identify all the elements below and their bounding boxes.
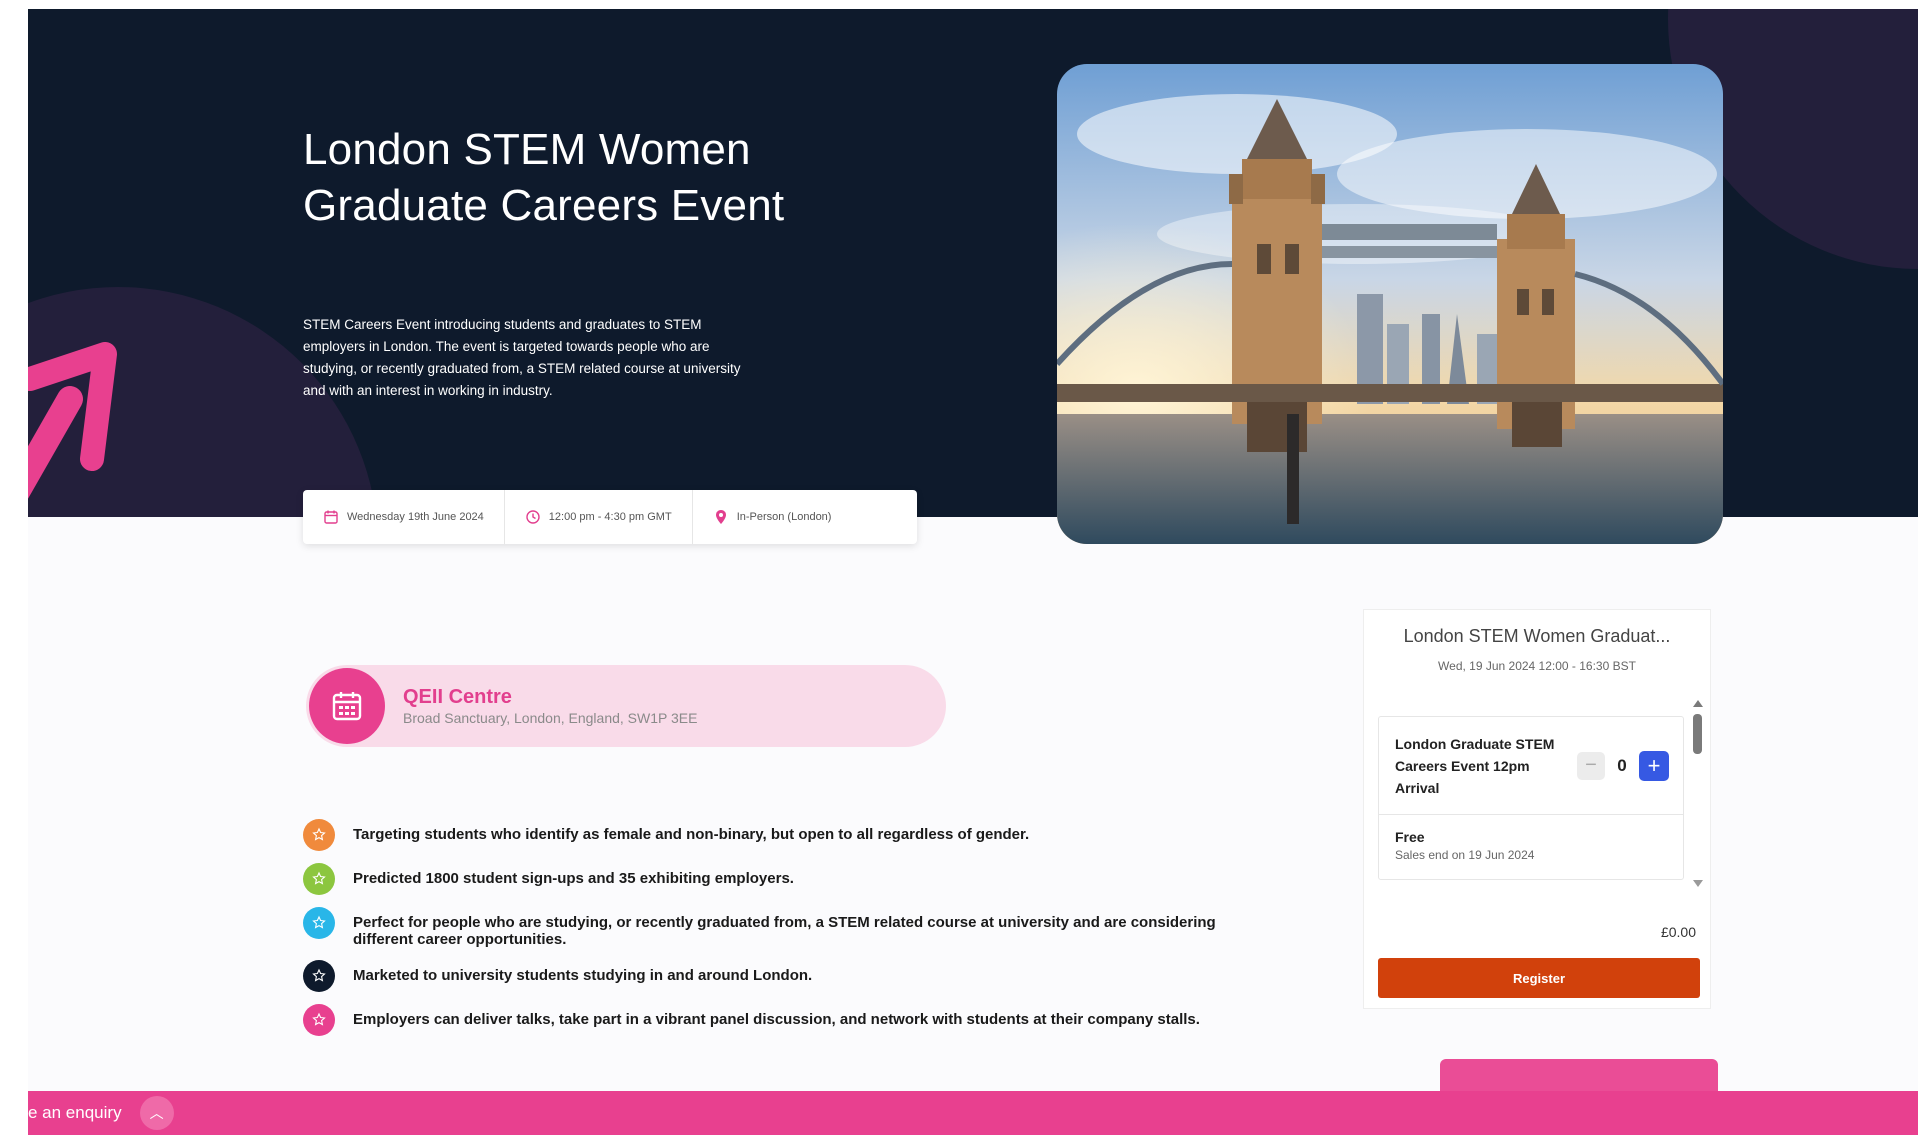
increase-quantity-button[interactable]: + <box>1639 750 1669 781</box>
list-item-text: Targeting students who identify as femal… <box>353 826 1030 843</box>
venue-name: QEII Centre <box>403 686 512 708</box>
list-item-text: Predicted 1800 student sign-ups and 35 e… <box>353 870 794 887</box>
list-item: Perfect for people who are studying, or … <box>303 907 1263 948</box>
list-item-text: Perfect for people who are studying, or … <box>353 914 1216 948</box>
arrow-decoration-icon <box>28 342 117 499</box>
ticket-name: London Graduate STEM Careers Event 12pm … <box>1395 735 1555 796</box>
page-title: London STEM Women Graduate Careers Event <box>303 125 785 230</box>
scroll-down-arrow-icon[interactable] <box>1693 880 1703 887</box>
list-item: Targeting students who identify as femal… <box>303 819 1263 851</box>
tower-bridge-photo <box>1057 64 1723 544</box>
star-badge-icon <box>303 819 335 851</box>
event-date-text: Wednesday 19th June 2024 <box>347 511 484 523</box>
list-item-text: Employers can deliver talks, take part i… <box>353 1011 1200 1028</box>
venue-address: Broad Sanctuary, London, England, SW1P 3… <box>403 710 698 726</box>
list-item: Marketed to university students studying… <box>303 960 1263 992</box>
event-location-text: In-Person (London) <box>736 511 832 523</box>
list-item: Employers can deliver talks, take part i… <box>303 1004 1263 1036</box>
ticket-price-row: Free Sales end on 19 Jun 2024 <box>1379 815 1683 876</box>
ticket-price: Free <box>1395 829 1425 845</box>
ticket-list-scrollbar[interactable] <box>1690 700 1704 890</box>
star-badge-icon <box>303 907 335 939</box>
star-badge-icon <box>303 960 335 992</box>
ticket-event-date: Wed, 19 Jun 2024 12:00 - 16:30 BST <box>1438 659 1636 673</box>
ticket-sales-end: Sales end on 19 Jun 2024 <box>1395 848 1535 862</box>
quantity-value: 0 <box>1617 755 1627 775</box>
ticket-widget: London STEM Women Graduat... Wed, 19 Jun… <box>1363 609 1711 1009</box>
enquiry-label[interactable]: e an enquiry <box>28 1103 122 1123</box>
venue-card[interactable]: QEII Centre Broad Sanctuary, London, Eng… <box>306 665 946 747</box>
page: London STEM Women Graduate Careers Event… <box>28 9 1918 1135</box>
feature-list: Targeting students who identify as femal… <box>303 819 1263 1048</box>
register-button[interactable]: Register <box>1378 958 1700 998</box>
order-total: £0.00 <box>1660 924 1696 940</box>
event-time: 12:00 pm - 4:30 pm GMT <box>505 490 693 544</box>
scrollbar-thumb[interactable] <box>1693 714 1702 754</box>
event-description: STEM Careers Event introducing students … <box>303 317 741 398</box>
list-item-text: Marketed to university students studying… <box>353 967 813 984</box>
star-badge-icon <box>303 1004 335 1036</box>
quantity-stepper: − 0 + <box>1577 750 1669 781</box>
event-date: Wednesday 19th June 2024 <box>303 490 505 544</box>
clock-icon <box>525 509 541 525</box>
event-location: In-Person (London) <box>693 490 852 544</box>
location-pin-icon <box>713 509 729 525</box>
ticket-row: London Graduate STEM Careers Event 12pm … <box>1379 717 1683 815</box>
event-info-strip: Wednesday 19th June 2024 12:00 pm - 4:30… <box>303 490 917 544</box>
event-time-text: 12:00 pm - 4:30 pm GMT <box>548 511 672 523</box>
decrease-quantity-button[interactable]: − <box>1577 751 1605 780</box>
calendar-icon <box>309 668 385 744</box>
ticket-list: London Graduate STEM Careers Event 12pm … <box>1378 716 1684 880</box>
chevron-up-icon[interactable]: ︿ <box>139 1096 174 1130</box>
scroll-up-arrow-icon[interactable] <box>1693 700 1703 707</box>
enquiry-bar[interactable]: e an enquiry ︿ <box>28 1091 1918 1135</box>
star-badge-icon <box>303 863 335 895</box>
ticket-event-title: London STEM Women Graduat... <box>1403 626 1671 646</box>
calendar-icon <box>323 509 339 525</box>
list-item: Predicted 1800 student sign-ups and 35 e… <box>303 863 1263 895</box>
